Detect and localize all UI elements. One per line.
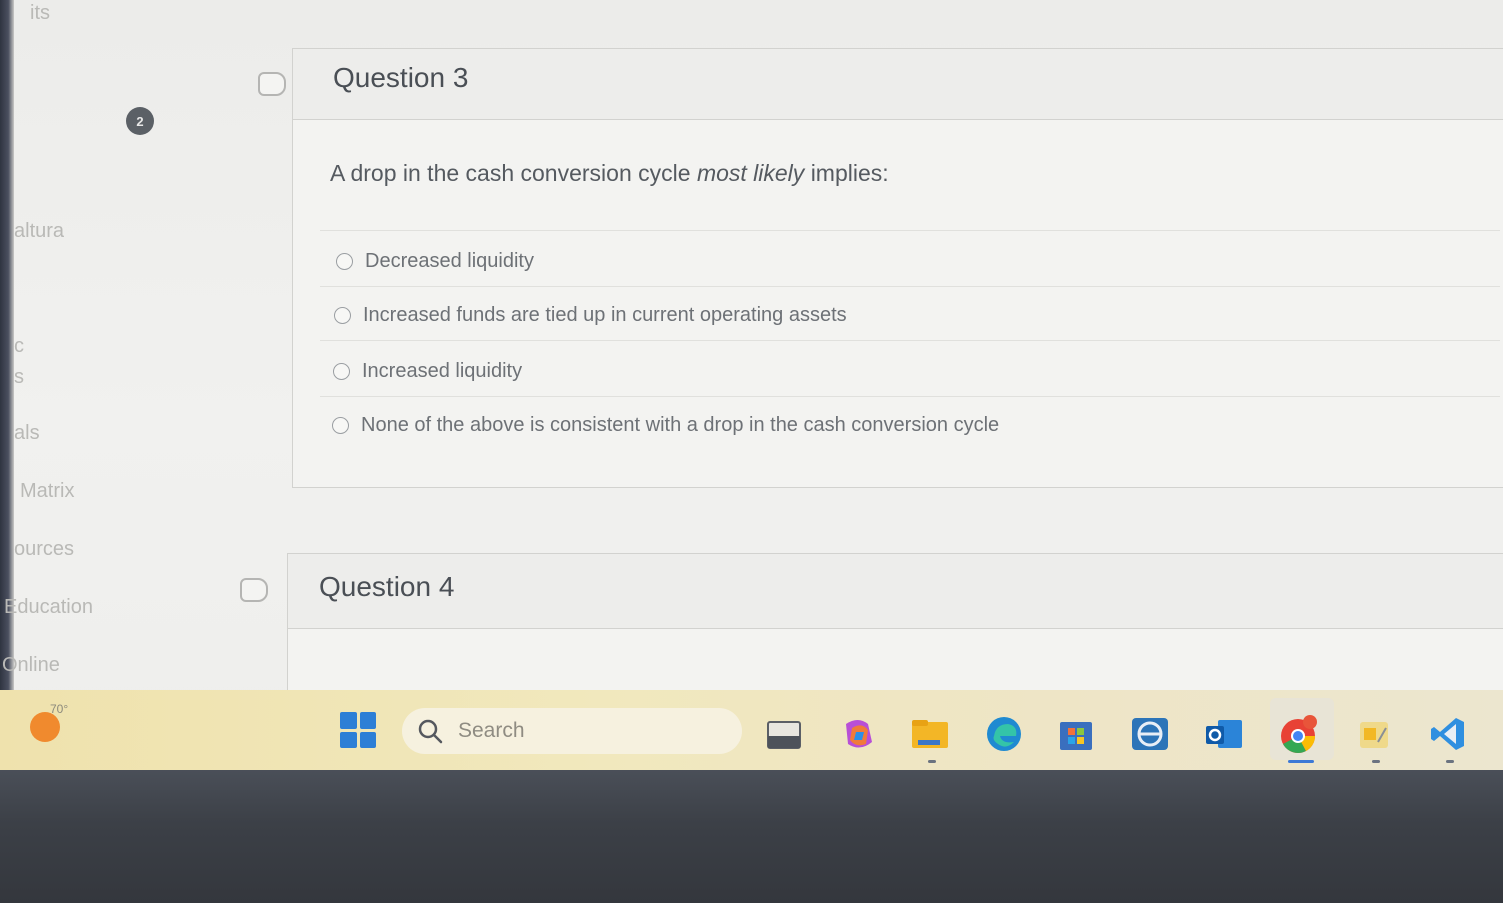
answer-label: None of the above is consistent with a d…: [361, 414, 1000, 436]
radio-button[interactable]: [332, 417, 349, 434]
question-3-title: Question 3: [333, 62, 469, 93]
radio-button[interactable]: [334, 307, 351, 324]
question-3-header: [293, 49, 1503, 120]
question-4-header: [288, 554, 1503, 629]
answer-option-2[interactable]: Increased funds are tied up in current o…: [334, 304, 847, 327]
search-placeholder: Search: [458, 719, 525, 742]
running-indicator: [1372, 760, 1380, 763]
windows-start-icon[interactable]: [340, 712, 376, 748]
nav-item[interactable]: ources: [14, 538, 74, 561]
store-icon[interactable]: [1056, 714, 1096, 754]
taskbar: 70° Search: [0, 690, 1503, 770]
flag-question-4-icon[interactable]: [240, 578, 268, 602]
nav-item[interactable]: its: [30, 2, 50, 25]
radio-button[interactable]: [336, 253, 353, 270]
nav-item[interactable]: Matrix: [20, 480, 74, 503]
taskbar-search[interactable]: Search: [402, 708, 742, 754]
weather-icon: [30, 712, 60, 742]
divider: [320, 230, 1500, 231]
vscode-icon[interactable]: [1428, 714, 1468, 754]
chrome-icon[interactable]: [1278, 714, 1318, 754]
prompt-emphasis: most likely: [696, 160, 805, 186]
outlook-icon[interactable]: [1204, 714, 1244, 754]
answer-option-1[interactable]: Decreased liquidity: [336, 250, 534, 273]
nav-item[interactable]: Online: [2, 654, 60, 677]
nav-item[interactable]: Education: [4, 596, 93, 619]
prompt-text: A drop in the cash conversion cycle: [330, 160, 691, 186]
answer-option-4[interactable]: None of the above is consistent with a d…: [332, 414, 999, 437]
answer-label: Increased liquidity: [362, 360, 523, 382]
weather-temperature: 70°: [50, 702, 69, 716]
edge-icon[interactable]: [984, 714, 1024, 754]
radio-button[interactable]: [333, 363, 350, 380]
weather-widget[interactable]: 70°: [30, 702, 69, 742]
search-icon: [418, 719, 443, 744]
flag-question-3-icon[interactable]: [258, 72, 286, 96]
copilot-icon[interactable]: [838, 714, 878, 754]
answer-option-3[interactable]: Increased liquidity: [333, 360, 522, 383]
divider: [320, 396, 1500, 397]
nav-item[interactable]: s: [14, 366, 24, 389]
notification-badge: 2: [126, 107, 154, 135]
answer-label: Decreased liquidity: [365, 250, 534, 272]
file-manager-icon[interactable]: [764, 714, 804, 754]
laptop-bezel: [0, 770, 1503, 903]
divider: [320, 286, 1500, 287]
remote-app-icon[interactable]: [1130, 714, 1170, 754]
divider: [320, 340, 1500, 341]
prompt-text-end: implies:: [810, 160, 889, 186]
question-4-title: Question 4: [319, 571, 455, 602]
active-indicator: [1288, 760, 1314, 763]
nav-item[interactable]: als: [14, 422, 40, 445]
browser-viewport: its 2 altura c s als Matrix ources Educa…: [0, 0, 1503, 770]
running-indicator: [1446, 760, 1454, 763]
answer-label: Increased funds are tied up in current o…: [363, 304, 847, 326]
running-indicator: [928, 760, 936, 763]
question-3-prompt: A drop in the cash conversion cycle most…: [330, 160, 889, 187]
nav-item[interactable]: c: [14, 335, 24, 358]
screen-bezel: [0, 0, 14, 700]
paint-icon[interactable]: [1354, 714, 1394, 754]
file-explorer-icon[interactable]: [910, 714, 950, 754]
nav-item[interactable]: altura: [14, 220, 64, 243]
